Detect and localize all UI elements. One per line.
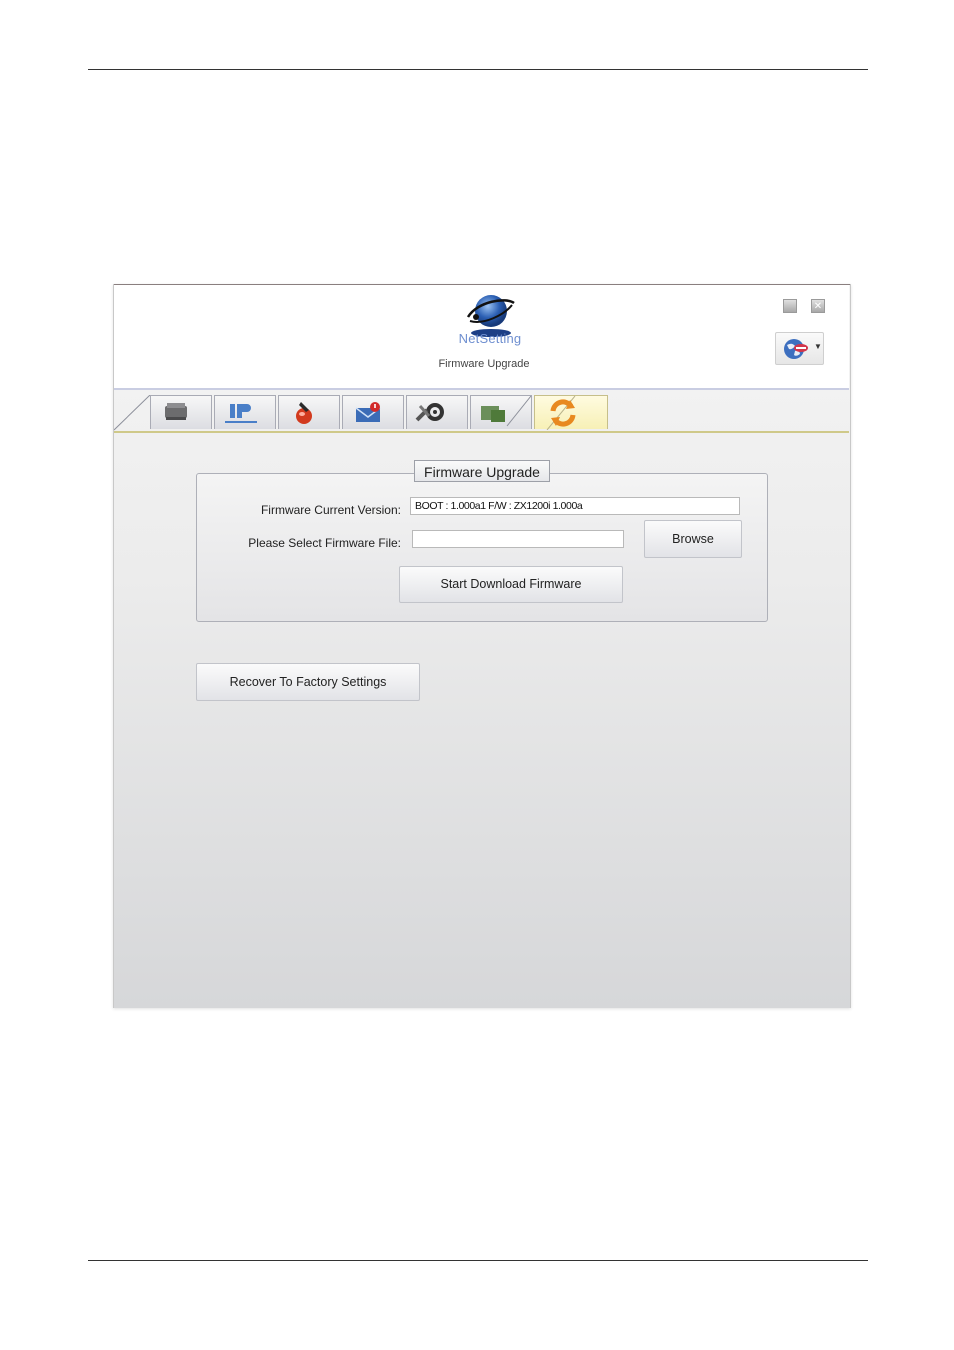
gear-tools-icon — [415, 403, 444, 422]
minimize-button[interactable] — [783, 299, 797, 313]
tab-keyboard[interactable] — [470, 395, 532, 429]
window-header: NetSetting Firmware Upgrade ✕ ▼ — [114, 285, 849, 390]
firmware-file-input[interactable] — [412, 530, 624, 548]
group-title: Firmware Upgrade — [414, 460, 550, 482]
tab-firmware-upgrade[interactable] — [534, 395, 608, 430]
ip-network-icon — [225, 404, 257, 423]
brand-name: NetSetting — [458, 331, 522, 346]
tab-bar — [114, 395, 849, 433]
tab-bar-slant — [114, 395, 151, 431]
tab-configuration[interactable] — [406, 395, 468, 429]
select-file-label: Please Select Firmware File: — [248, 536, 401, 550]
current-version-label: Firmware Current Version: — [260, 503, 401, 517]
refresh-arrows-icon — [546, 396, 576, 430]
page-title: Firmware Upgrade — [438, 358, 530, 370]
recover-factory-settings-button[interactable]: Recover To Factory Settings — [196, 663, 420, 701]
tab-alert[interactable] — [278, 395, 340, 429]
bottom-divider — [88, 1260, 868, 1261]
start-download-firmware-button[interactable]: Start Download Firmware — [399, 566, 623, 603]
alert-bell-icon — [296, 402, 312, 424]
browse-button[interactable]: Browse — [644, 520, 742, 558]
globe-icon — [784, 339, 808, 359]
mail-alert-icon — [355, 402, 381, 422]
close-icon: ✕ — [813, 301, 823, 312]
printer-keyboard-icon — [481, 396, 532, 427]
close-button[interactable]: ✕ — [811, 299, 825, 313]
tab-mail[interactable] — [342, 395, 404, 429]
top-divider — [88, 69, 868, 70]
language-button[interactable]: ▼ — [775, 332, 824, 365]
tab-printer[interactable] — [150, 395, 212, 429]
current-version-field[interactable] — [410, 497, 740, 515]
chevron-down-icon: ▼ — [814, 342, 822, 351]
tab-ip-network[interactable] — [214, 395, 276, 429]
firmware-upgrade-panel: Firmware Upgrade Firmware Current Versio… — [114, 433, 849, 1008]
netsetting-window: NetSetting Firmware Upgrade ✕ ▼ Firmware… — [113, 284, 851, 1008]
printer-icon — [165, 403, 187, 420]
